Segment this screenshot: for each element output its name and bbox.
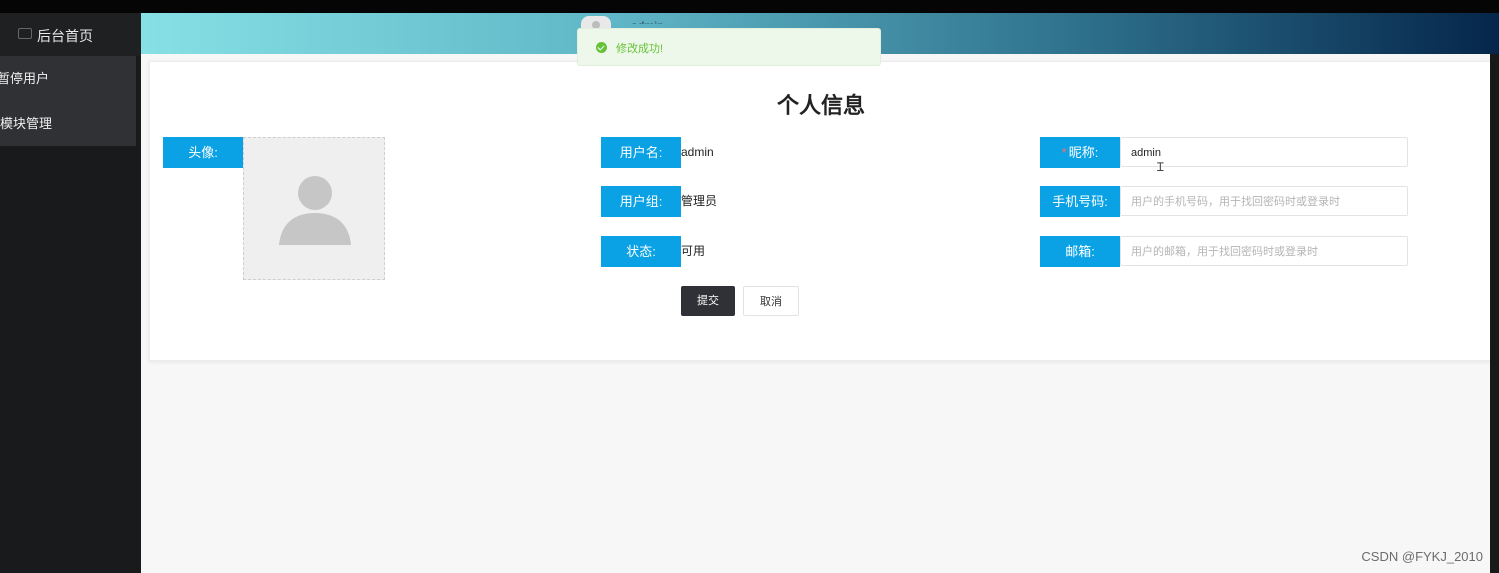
toast-message: 修改成功!	[616, 43, 664, 55]
page-title-text: 个人信息	[776, 93, 865, 118]
header-user-name[interactable]: admin	[631, 19, 671, 24]
page-title: 个人信息	[150, 88, 1492, 120]
top-dark-bar	[0, 0, 1499, 13]
nickname-label-text: 昵称:	[1068, 145, 1099, 160]
user-placeholder-icon	[279, 176, 351, 245]
monitor-icon	[18, 28, 32, 39]
sidebar-item-home[interactable]: 后台首页	[0, 13, 141, 56]
sidebar-item-label: 模块管理	[0, 116, 53, 131]
sidebar-item-module-management[interactable]: 模块管理	[0, 101, 136, 146]
cancel-button[interactable]: 取消	[743, 286, 799, 316]
username-label: 用户名:	[601, 137, 681, 168]
required-mark: *	[1061, 145, 1067, 160]
submit-button[interactable]: 提交	[681, 286, 735, 316]
email-label: 邮箱:	[1040, 236, 1120, 267]
main-area: admin 个人信息 头像: 用户名: admin 用户组: 管理员 状态: 可…	[141, 13, 1499, 573]
nickname-label: * 昵称:	[1040, 137, 1120, 168]
status-label: 状态:	[601, 236, 681, 267]
success-toast: 修改成功!	[577, 28, 881, 66]
check-circle-icon	[596, 42, 607, 53]
phone-label: 手机号码:	[1040, 186, 1120, 217]
status-value: 可用	[681, 244, 706, 258]
avatar-label: 头像:	[163, 137, 243, 168]
watermark: CSDN @FYKJ_2010	[1361, 549, 1483, 564]
sidebar: 后台首页 暂停用户 模块管理	[0, 13, 141, 573]
right-edge-strip	[1490, 54, 1499, 573]
sidebar-item-label: 暂停用户	[0, 71, 50, 86]
sidebar-submenu: 暂停用户 模块管理	[0, 56, 136, 146]
phone-input[interactable]: 用户的手机号码，用于找回密码时或登录时	[1120, 186, 1408, 216]
username-value: admin	[681, 145, 714, 159]
profile-card: 个人信息 头像: 用户名: admin 用户组: 管理员 状态: 可用 * 昵称:…	[149, 61, 1493, 361]
text-cursor-icon: Ɪ	[1157, 160, 1164, 174]
avatar-upload[interactable]	[243, 137, 385, 280]
sidebar-item-home-label: 后台首页	[37, 28, 93, 44]
user-group-value: 管理员	[681, 194, 718, 208]
user-group-label: 用户组:	[601, 186, 681, 217]
email-input[interactable]: 用户的邮箱，用于找回密码时或登录时	[1120, 236, 1408, 266]
sidebar-item-suspend-user[interactable]: 暂停用户	[0, 56, 136, 101]
